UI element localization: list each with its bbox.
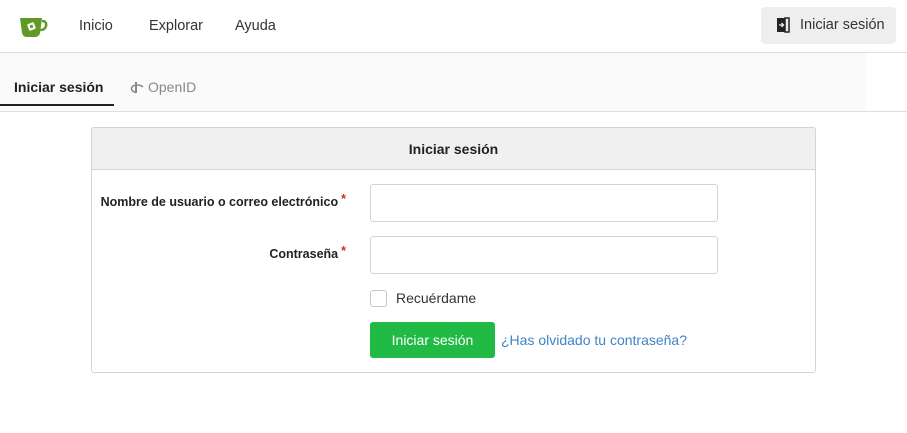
tab-openid-label: OpenID	[148, 79, 197, 95]
nav-home-link[interactable]: Inicio	[79, 17, 113, 35]
password-input[interactable]	[370, 236, 718, 274]
navbar-signin-button[interactable]: Iniciar sesión	[761, 7, 896, 44]
navbar-signin-label: Iniciar sesión	[800, 17, 885, 33]
required-marker: *	[341, 244, 346, 258]
nav-help-link[interactable]: Ayuda	[235, 17, 276, 35]
signin-submit-button[interactable]: Iniciar sesión	[370, 322, 495, 358]
active-tab-indicator	[0, 104, 114, 106]
username-label-text: Nombre de usuario o correo electrónico	[100, 195, 339, 209]
required-marker: *	[341, 192, 346, 206]
signin-form-card: Iniciar sesión Nombre de usuario o corre…	[91, 127, 816, 373]
sign-in-icon	[777, 17, 790, 33]
tab-signin[interactable]: Iniciar sesión	[14, 79, 103, 96]
password-label-text: Contraseña	[269, 247, 339, 261]
top-navbar: Inicio Explorar Ayuda Iniciar sesión	[0, 0, 907, 53]
username-input[interactable]	[370, 184, 718, 222]
tab-openid[interactable]: OpenID	[130, 79, 196, 96]
forgot-password-link[interactable]: ¿Has olvidado tu contraseña?	[501, 332, 687, 349]
signin-form-header: Iniciar sesión	[92, 128, 815, 170]
password-label: Contraseña *	[269, 244, 346, 262]
remember-me-checkbox[interactable]	[370, 290, 387, 307]
gitea-logo-icon[interactable]	[18, 13, 48, 39]
signin-form-title: Iniciar sesión	[408, 141, 499, 157]
openid-icon	[130, 82, 144, 94]
username-label: Nombre de usuario o correo electrónico *	[100, 192, 346, 210]
auth-tabs: Iniciar sesión OpenID	[0, 53, 907, 112]
remember-me-label[interactable]: Recuérdame	[396, 290, 476, 307]
nav-explore-link[interactable]: Explorar	[149, 17, 203, 35]
